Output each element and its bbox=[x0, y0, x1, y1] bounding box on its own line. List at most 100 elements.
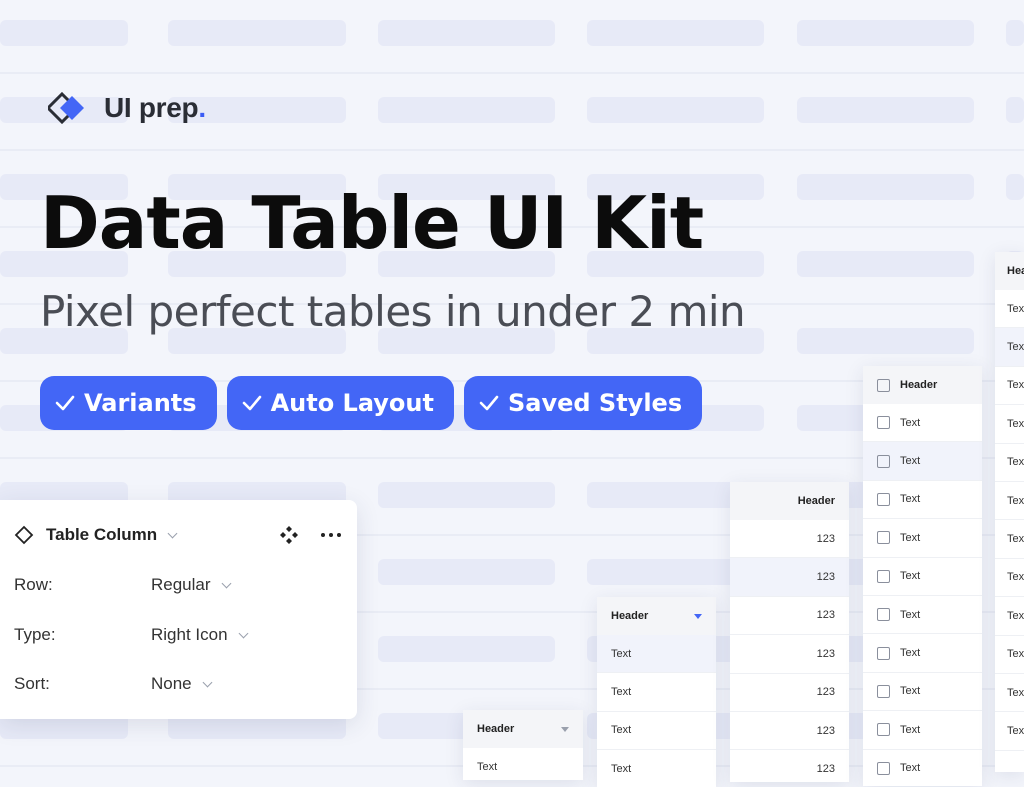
feature-saved-styles: Saved Styles bbox=[463, 376, 703, 430]
cell-text: Text bbox=[611, 762, 632, 775]
table-row: 123 bbox=[730, 750, 849, 782]
background-placeholder bbox=[587, 20, 764, 46]
brand-name: UI prep bbox=[104, 92, 199, 123]
checkbox[interactable] bbox=[877, 416, 890, 430]
cell-number: 123 bbox=[816, 647, 835, 660]
cell-number: 123 bbox=[816, 571, 835, 584]
table-header[interactable]: Header bbox=[730, 482, 849, 520]
table-row: Text bbox=[863, 481, 982, 520]
checkbox[interactable] bbox=[877, 761, 890, 775]
checkbox[interactable] bbox=[877, 531, 890, 545]
checkbox[interactable] bbox=[877, 492, 890, 506]
property-dropdown[interactable]: Regular bbox=[151, 575, 211, 595]
cell-number: 123 bbox=[816, 609, 835, 622]
cell-text: Text bbox=[900, 762, 921, 775]
chevron-down-icon[interactable] bbox=[221, 578, 231, 588]
table-card-checkbox: Header Text Text Text Text Text Text Tex… bbox=[863, 366, 982, 786]
chevron-down-icon[interactable] bbox=[238, 628, 248, 638]
table-header[interactable]: Header bbox=[597, 597, 716, 635]
cell-text: Text bbox=[477, 760, 498, 773]
checkbox[interactable] bbox=[877, 684, 890, 698]
table-card-sortable: Header Text bbox=[463, 710, 583, 780]
table-row: Text bbox=[597, 750, 716, 787]
table-row: Text bbox=[995, 597, 1024, 636]
table-row: 123 bbox=[730, 712, 849, 751]
cell-text: Text bbox=[900, 723, 921, 736]
property-row-type: Type: Right Icon bbox=[14, 623, 343, 647]
cell-text: Text bbox=[1007, 648, 1024, 661]
check-icon bbox=[55, 395, 75, 411]
header-label: Header bbox=[900, 379, 938, 391]
table-row: Text bbox=[863, 673, 982, 712]
property-label: Row: bbox=[14, 575, 53, 594]
table-row: 123 bbox=[730, 520, 849, 559]
checkbox[interactable] bbox=[877, 454, 890, 468]
background-placeholder bbox=[1006, 97, 1024, 123]
background-divider bbox=[0, 149, 1024, 151]
table-row: Text bbox=[597, 673, 716, 712]
cell-number: 123 bbox=[816, 763, 835, 776]
background-placeholder bbox=[378, 559, 555, 585]
table-row: Text bbox=[597, 635, 716, 674]
sort-caret-icon[interactable] bbox=[694, 613, 702, 619]
table-row: Text bbox=[995, 520, 1024, 559]
cell-text: Text bbox=[1007, 571, 1024, 584]
background-placeholder bbox=[0, 20, 128, 46]
background-placeholder bbox=[1006, 174, 1024, 200]
instance-icon[interactable] bbox=[279, 525, 299, 545]
cell-text: Text bbox=[900, 455, 921, 468]
header-label: Hea bbox=[1007, 265, 1024, 277]
brand-logo: UI prep. bbox=[45, 91, 207, 125]
property-row-sort: Sort: None bbox=[14, 672, 343, 696]
table-header[interactable]: Header bbox=[863, 366, 982, 404]
table-row: Text bbox=[995, 482, 1024, 521]
background-placeholder bbox=[168, 20, 346, 46]
checkbox[interactable] bbox=[877, 646, 890, 660]
table-row: Text bbox=[463, 748, 583, 780]
more-options-icon[interactable] bbox=[321, 533, 341, 537]
background-placeholder bbox=[378, 20, 555, 46]
property-dropdown[interactable]: None bbox=[151, 674, 192, 694]
cell-text: Text bbox=[1007, 456, 1024, 469]
table-header[interactable]: Hea bbox=[995, 252, 1024, 290]
panel-title: Table Column bbox=[46, 525, 158, 544]
checkbox[interactable] bbox=[877, 378, 890, 392]
logo-icon bbox=[45, 91, 90, 125]
cell-text: Text bbox=[1007, 379, 1024, 392]
chevron-down-icon[interactable] bbox=[202, 677, 213, 687]
cell-text: Text bbox=[900, 685, 921, 698]
cell-text: Text bbox=[1007, 302, 1024, 315]
table-card-cropped: Hea Text Text Text Text Text Text Text T… bbox=[995, 252, 1024, 772]
background-placeholder bbox=[797, 97, 974, 123]
table-row: Text bbox=[863, 442, 982, 481]
table-row: Text bbox=[995, 712, 1024, 751]
property-dropdown[interactable]: Right Icon bbox=[151, 625, 228, 645]
cell-text: Text bbox=[900, 493, 921, 506]
table-row: Text bbox=[863, 404, 982, 443]
component-properties-panel: Table Column Row: Regular Type: Right Ic… bbox=[0, 500, 357, 719]
cell-number: 123 bbox=[816, 532, 835, 545]
table-row: Text bbox=[995, 405, 1024, 444]
cell-text: Text bbox=[900, 531, 921, 544]
background-placeholder bbox=[797, 174, 974, 200]
cell-text: Text bbox=[1007, 417, 1024, 430]
component-icon bbox=[14, 525, 34, 545]
background-placeholder bbox=[797, 20, 974, 46]
sort-caret-icon[interactable] bbox=[561, 726, 569, 732]
brand-dot: . bbox=[198, 92, 207, 123]
background-placeholder bbox=[797, 328, 974, 354]
property-label: Sort: bbox=[14, 674, 50, 693]
property-row-row: Row: Regular bbox=[14, 573, 343, 597]
table-header[interactable]: Header bbox=[463, 710, 583, 748]
table-row: Text bbox=[995, 674, 1024, 713]
background-placeholder bbox=[378, 636, 555, 662]
table-row: Text bbox=[863, 711, 982, 750]
check-icon bbox=[242, 395, 261, 411]
checkbox[interactable] bbox=[877, 608, 890, 622]
cell-number: 123 bbox=[816, 686, 835, 699]
checkbox[interactable] bbox=[877, 569, 890, 583]
chevron-down-icon[interactable] bbox=[167, 528, 178, 538]
background-placeholder bbox=[378, 482, 555, 508]
checkbox[interactable] bbox=[877, 723, 890, 737]
page-title: Data Table UI Kit bbox=[40, 181, 704, 265]
